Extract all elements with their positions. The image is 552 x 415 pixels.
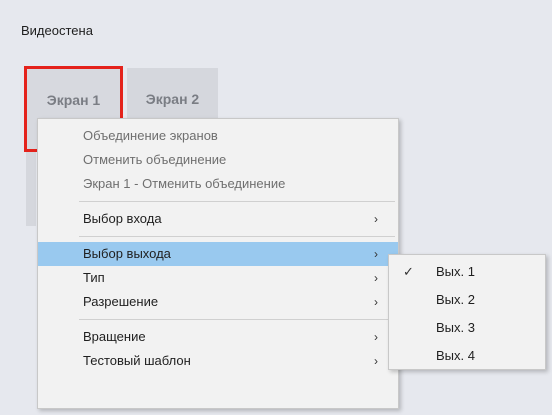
menu-item-resolution[interactable]: Разрешение › <box>38 290 398 314</box>
checkmark-icon: ✓ <box>403 264 414 279</box>
submenu-item-output-4[interactable]: Вых. 4 <box>389 342 545 370</box>
submenu-item-label: Вых. 4 <box>436 348 475 363</box>
chevron-right-icon: › <box>374 271 378 285</box>
menu-item-label: Тип <box>83 270 105 285</box>
screen-tile-label: Экран 1 <box>46 92 101 108</box>
context-menu: Объединение экранов Отменить объединение… <box>37 118 399 409</box>
submenu-item-output-2[interactable]: Вых. 2 <box>389 286 545 314</box>
submenu-item-label: Вых. 3 <box>436 320 475 335</box>
menu-item-input-select[interactable]: Выбор входа › <box>38 207 398 231</box>
chevron-right-icon: › <box>374 330 378 344</box>
chevron-right-icon: › <box>374 295 378 309</box>
menu-separator <box>79 236 395 237</box>
screen-tile-3[interactable] <box>26 152 36 226</box>
menu-item-label: Выбор выхода <box>83 246 171 261</box>
menu-item-label: Вращение <box>83 329 146 344</box>
menu-item-type[interactable]: Тип › <box>38 266 398 290</box>
submenu-item-output-3[interactable]: Вых. 3 <box>389 314 545 342</box>
submenu-item-label: Вых. 2 <box>436 292 475 307</box>
chevron-right-icon: › <box>374 247 378 261</box>
menu-item-label: Экран 1 - Отменить объединение <box>83 176 286 191</box>
submenu-item-label: Вых. 1 <box>436 264 475 279</box>
submenu-item-output-1[interactable]: ✓ Вых. 1 <box>389 258 545 286</box>
chevron-right-icon: › <box>374 212 378 226</box>
menu-item-cancel-merge: Отменить объединение <box>38 148 398 172</box>
menu-item-test-pattern[interactable]: Тестовый шаблон › <box>38 349 398 373</box>
window-title: Видеостена <box>21 23 93 38</box>
menu-separator <box>79 201 395 202</box>
screen-tile-label: Экран 2 <box>145 91 200 107</box>
menu-item-rotation[interactable]: Вращение › <box>38 325 398 349</box>
output-submenu: ✓ Вых. 1 Вых. 2 Вых. 3 Вых. 4 <box>388 254 546 370</box>
menu-item-label: Объединение экранов <box>83 128 218 143</box>
menu-item-label: Тестовый шаблон <box>83 353 191 368</box>
menu-item-screen1-cancel-merge: Экран 1 - Отменить объединение <box>38 172 398 196</box>
menu-item-merge-screens: Объединение экранов <box>38 124 398 148</box>
menu-separator <box>79 319 395 320</box>
menu-item-output-select[interactable]: Выбор выхода › <box>38 242 398 266</box>
menu-item-label: Выбор входа <box>83 211 162 226</box>
chevron-right-icon: › <box>374 354 378 368</box>
menu-item-label: Отменить объединение <box>83 152 227 167</box>
menu-item-label: Разрешение <box>83 294 159 309</box>
